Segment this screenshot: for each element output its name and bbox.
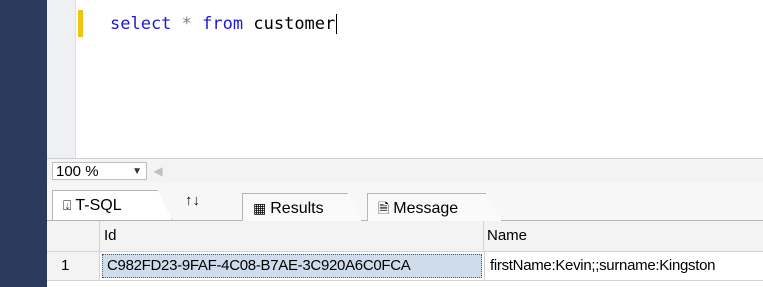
column-divider [484, 252, 485, 280]
host-window-sidebar [0, 0, 47, 287]
results-grid: Id Name 1 C982FD23-9FAF-4C08-B7AE-3C920A… [47, 221, 763, 287]
tsql-icon: ⍗ [63, 197, 72, 213]
tab-results-label: Results [270, 200, 324, 217]
sort-icon[interactable]: ↑↓ [185, 192, 200, 209]
query-line[interactable]: select * from customer [110, 14, 338, 34]
text-caret [336, 14, 338, 34]
column-header-id[interactable]: Id [100, 221, 484, 251]
tab-results[interactable]: ▦ Results [242, 193, 362, 221]
grid-header: Id Name [47, 221, 763, 252]
grid-icon: ▦ [253, 200, 267, 216]
name-cell[interactable]: firstName:Kevin;;surname:Kingston [488, 252, 763, 280]
message-icon: 🗎 [378, 200, 390, 216]
tab-tsql-label: T-SQL [75, 197, 122, 214]
result-tab-strip: ⍗ T-SQL ↑↓ ▦ Results 🗎 Message [47, 183, 763, 221]
scroll-left-icon[interactable]: ◀ [151, 162, 165, 180]
zoom-bar: 100 % ▼ ◀ [47, 158, 763, 183]
operator-star: * [181, 14, 192, 34]
tab-message[interactable]: 🗎 Message [367, 193, 502, 221]
tab-tsql[interactable]: ⍗ T-SQL [52, 190, 172, 220]
row-number-cell[interactable]: 1 [47, 252, 100, 280]
change-tracking-bar [78, 10, 83, 37]
row-number-header[interactable] [47, 221, 100, 251]
tab-message-label: Message [393, 200, 459, 217]
keyword-select: select [110, 14, 172, 34]
zoom-value: 100 % [56, 163, 99, 180]
id-cell[interactable]: C982FD23-9FAF-4C08-B7AE-3C920A6C0FCA [102, 254, 482, 278]
column-header-name[interactable]: Name [484, 221, 763, 251]
chevron-down-icon[interactable]: ▼ [132, 163, 142, 181]
table-row[interactable]: 1 C982FD23-9FAF-4C08-B7AE-3C920A6C0FCA f… [47, 252, 763, 281]
keyword-from: from [202, 14, 244, 34]
table-name: customer [253, 14, 336, 34]
zoom-select[interactable]: 100 % ▼ [52, 162, 147, 180]
editor-gutter [47, 0, 76, 158]
query-editor[interactable]: select * from customer [76, 0, 763, 158]
